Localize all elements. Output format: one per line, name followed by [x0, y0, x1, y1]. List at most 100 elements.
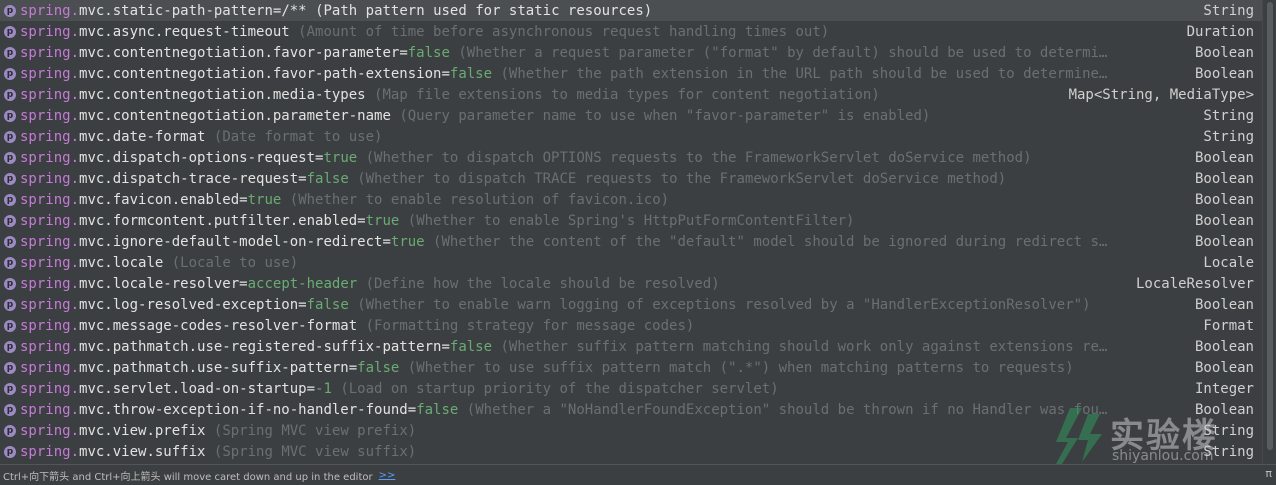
completion-item[interactable]: p spring.mvc.contentnegotiation.favor-pat… — [0, 63, 1262, 84]
completion-item[interactable]: p spring.mvc.servlet.load-on-startup=-1 (… — [0, 378, 1262, 399]
property-key: mvc.throw-exception-if-no-handler-found — [79, 401, 408, 418]
property-icon: p — [4, 109, 16, 122]
property-key: mvc.view.suffix — [79, 443, 206, 460]
completion-item[interactable]: p spring.mvc.log-resolved-exception=false… — [0, 294, 1262, 315]
completion-item-text: spring.mvc.view.prefix (Spring MVC view … — [20, 423, 1193, 439]
equals-sign: = — [382, 233, 391, 250]
property-type: Boolean — [1194, 296, 1254, 313]
property-type: Boolean — [1194, 149, 1254, 166]
completion-item-text: spring.mvc.pathmatch.use-suffix-pattern=… — [20, 360, 1185, 376]
property-prefix: spring. — [20, 233, 80, 250]
completion-item[interactable]: p spring.mvc.formcontent.putfilter.enable… — [0, 210, 1262, 231]
property-prefix: spring. — [20, 401, 80, 418]
property-icon: p — [4, 214, 16, 227]
completion-item[interactable]: p spring.mvc.view.suffix (Spring MVC view… — [0, 441, 1262, 462]
property-default-value: false — [449, 65, 493, 82]
property-key: mvc.locale-resolver — [79, 275, 240, 292]
footer-more-link[interactable]: >> — [379, 470, 396, 481]
completion-item[interactable]: p spring.mvc.message-codes-resolver-forma… — [0, 315, 1262, 336]
property-type: Boolean — [1194, 359, 1254, 376]
property-description: (Amount of time before asynchronous requ… — [298, 23, 830, 40]
property-default-value: /** — [281, 2, 307, 19]
equals-sign: = — [298, 170, 307, 187]
completion-item[interactable]: p spring.mvc.throw-exception-if-no-handle… — [0, 399, 1262, 420]
property-type: Boolean — [1194, 212, 1254, 229]
completion-item[interactable]: p spring.mvc.date-format (Date format to … — [0, 126, 1262, 147]
property-key: mvc.contentnegotiation.favor-path-extens… — [79, 65, 442, 82]
property-key: mvc.log-resolved-exception — [79, 296, 299, 313]
property-description: (Whether the path extension in the URL p… — [500, 65, 1108, 82]
property-description: (Spring MVC view suffix) — [213, 443, 417, 460]
property-prefix: spring. — [20, 443, 80, 460]
completion-item-text: spring.mvc.locale-resolver=accept-header… — [20, 276, 1126, 292]
pi-icon[interactable]: π — [1265, 467, 1272, 480]
completion-item[interactable]: p spring.mvc.async.request-timeout (Amoun… — [0, 21, 1262, 42]
completion-item[interactable]: p spring.mvc.locale (Locale to use) Locale — [0, 252, 1262, 273]
property-description: (Whether a "NoHandlerFoundException" sho… — [466, 401, 1108, 418]
property-key: mvc.async.request-timeout — [79, 23, 290, 40]
equals-sign: = — [407, 401, 417, 418]
property-description: (Whether suffix pattern matching should … — [500, 338, 1108, 355]
completion-item-text: spring.mvc.message-codes-resolver-format… — [20, 318, 1193, 334]
completion-item-text: spring.mvc.dispatch-trace-request=false … — [20, 171, 1185, 187]
completion-item-text: spring.mvc.pathmatch.use-registered-suff… — [20, 339, 1185, 355]
completion-item[interactable]: p spring.mvc.contentnegotiation.media-typ… — [0, 84, 1262, 105]
property-default-value: accept-header — [247, 275, 358, 292]
property-icon: p — [4, 4, 16, 17]
completion-item[interactable]: p spring.mvc.dispatch-options-request=tru… — [0, 147, 1262, 168]
property-type: String — [1203, 422, 1254, 439]
completion-item-text: spring.mvc.servlet.load-on-startup=-1 (L… — [20, 381, 1185, 397]
property-icon: p — [4, 256, 16, 269]
property-key: mvc.pathmatch.use-suffix-pattern — [79, 359, 349, 376]
completion-item[interactable]: p spring.mvc.contentnegotiation.parameter… — [0, 105, 1262, 126]
completion-popup: p spring.mvc.static-path-pattern=/** (Pat… — [0, 0, 1262, 464]
property-type: Boolean — [1194, 191, 1254, 208]
property-icon: p — [4, 298, 16, 311]
property-icon: p — [4, 25, 16, 38]
property-default-value: true — [247, 191, 282, 208]
completion-item-text: spring.mvc.log-resolved-exception=false … — [20, 297, 1185, 313]
completion-item-text: spring.mvc.contentnegotiation.parameter-… — [20, 108, 1193, 124]
property-default-value: false — [357, 359, 400, 376]
scrollbar[interactable] — [1262, 0, 1276, 464]
completion-item[interactable]: p spring.mvc.contentnegotiation.favor-par… — [0, 42, 1262, 63]
property-prefix: spring. — [20, 23, 80, 40]
equals-sign: = — [441, 65, 450, 82]
property-description: (Whether to dispatch OPTIONS requests to… — [365, 149, 1032, 166]
property-type: Boolean — [1194, 44, 1254, 61]
property-type: Map<String, MediaType> — [1068, 86, 1254, 103]
property-prefix: spring. — [20, 275, 80, 292]
property-icon: p — [4, 382, 16, 395]
property-prefix: spring. — [20, 2, 80, 19]
equals-sign: = — [348, 359, 358, 376]
completion-item[interactable]: p spring.mvc.locale-resolver=accept-heade… — [0, 273, 1262, 294]
completion-item[interactable]: p spring.mvc.dispatch-trace-request=false… — [0, 168, 1262, 189]
property-type: LocaleResolver — [1135, 275, 1254, 292]
property-key: mvc.formcontent.putfilter.enabled — [79, 212, 358, 229]
completion-item[interactable]: p spring.mvc.static-path-pattern=/** (Pat… — [0, 0, 1262, 21]
completion-item[interactable]: p spring.mvc.pathmatch.use-suffix-pattern… — [0, 357, 1262, 378]
completion-item[interactable]: p spring.mvc.favicon.enabled=true (Whethe… — [0, 189, 1262, 210]
property-default-value: true — [323, 149, 358, 166]
property-prefix: spring. — [20, 317, 80, 334]
property-type: Duration — [1186, 23, 1254, 40]
equals-sign: = — [441, 338, 450, 355]
property-key: mvc.servlet.load-on-startup — [79, 380, 307, 397]
property-prefix: spring. — [20, 44, 80, 61]
property-type: Boolean — [1194, 233, 1254, 250]
completion-item[interactable]: p spring.mvc.pathmatch.use-registered-suf… — [0, 336, 1262, 357]
completion-item-text: spring.mvc.contentnegotiation.favor-path… — [20, 66, 1185, 82]
property-prefix: spring. — [20, 107, 80, 124]
completion-item[interactable]: p spring.mvc.view.prefix (Spring MVC view… — [0, 420, 1262, 441]
property-prefix: spring. — [20, 359, 80, 376]
property-description: (Whether to enable warn logging of excep… — [357, 296, 1091, 313]
property-key: mvc.view.prefix — [79, 422, 206, 439]
scrollbar-thumb[interactable] — [1267, 2, 1273, 450]
property-description: (Query parameter name to use when "favor… — [399, 107, 931, 124]
property-type: Boolean — [1194, 170, 1254, 187]
property-default-value: -1 — [315, 380, 332, 397]
property-type: String — [1203, 107, 1254, 124]
footer-hint: Ctrl+向下箭头 and Ctrl+向上箭头 will move caret … — [3, 471, 373, 483]
property-prefix: spring. — [20, 212, 80, 229]
completion-item[interactable]: p spring.mvc.ignore-default-model-on-redi… — [0, 231, 1262, 252]
